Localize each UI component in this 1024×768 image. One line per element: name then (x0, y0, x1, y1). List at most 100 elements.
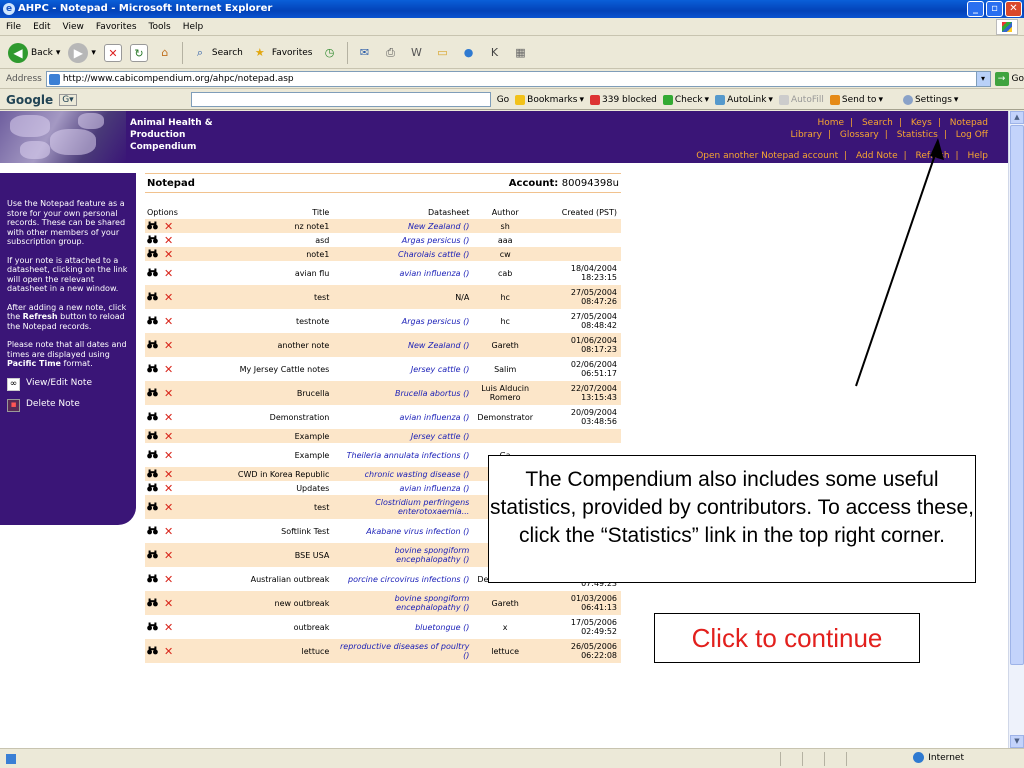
home-button[interactable]: ⌂ (156, 44, 174, 62)
print-button[interactable]: ⎙ (382, 44, 400, 62)
binoculars-icon[interactable] (147, 364, 158, 374)
binoculars-icon[interactable] (147, 502, 158, 512)
delete-x-icon[interactable]: ✕ (164, 412, 174, 423)
research-button[interactable]: ▦ (512, 44, 530, 62)
delete-x-icon[interactable]: ✕ (164, 316, 174, 327)
favorites-button[interactable]: ★ Favorites (251, 44, 313, 62)
delete-x-icon[interactable]: ✕ (164, 235, 174, 246)
datasheet-link[interactable]: reproductive diseases of poultry () (333, 639, 474, 663)
help-link[interactable]: Help (967, 151, 988, 161)
minimize-button[interactable]: _ (967, 1, 984, 17)
spellcheck-button[interactable]: Check ▾ (662, 94, 709, 105)
go-button[interactable]: → Go (994, 72, 1024, 86)
menu-help[interactable]: Help (183, 22, 204, 32)
delete-x-icon[interactable]: ✕ (164, 502, 174, 513)
popup-blocker[interactable]: 339 blocked (590, 94, 657, 105)
google-go-button[interactable]: Go (497, 95, 509, 105)
delete-x-icon[interactable]: ✕ (164, 249, 174, 260)
menu-view[interactable]: View (63, 22, 84, 32)
nav-logoff-link[interactable]: Log Off (956, 130, 988, 140)
scroll-down-arrow-icon[interactable]: ▼ (1010, 735, 1024, 748)
binoculars-icon[interactable] (147, 221, 158, 231)
messenger-button[interactable]: ● (460, 44, 478, 62)
nav-statistics-link[interactable]: Statistics (897, 130, 938, 140)
edit-button[interactable]: W (408, 44, 426, 62)
datasheet-link[interactable]: Argas persicus () (333, 233, 473, 247)
bookmarks-button[interactable]: Bookmarks ▾ (515, 94, 584, 105)
stop-button[interactable]: ✕ (103, 43, 122, 62)
datasheet-link[interactable]: Theileria annulata infections () (333, 443, 473, 467)
delete-x-icon[interactable]: ✕ (164, 221, 174, 232)
binoculars-icon[interactable] (147, 646, 158, 656)
vertical-scrollbar[interactable]: ▲ ▼ (1008, 111, 1024, 748)
delete-x-icon[interactable]: ✕ (164, 526, 174, 537)
address-input[interactable]: http://www.cabicompendium.org/ahpc/notep… (45, 71, 991, 87)
delete-x-icon[interactable]: ✕ (164, 431, 174, 442)
binoculars-icon[interactable] (147, 526, 158, 536)
binoculars-icon[interactable] (147, 388, 158, 398)
nav-home-link[interactable]: Home (817, 118, 844, 128)
delete-x-icon[interactable]: ✕ (164, 450, 174, 461)
close-button[interactable]: ✕ (1005, 1, 1022, 17)
open-account-link[interactable]: Open another Notepad account (696, 151, 838, 161)
binoculars-icon[interactable] (147, 292, 158, 302)
binoculars-icon[interactable] (147, 249, 158, 259)
menu-file[interactable]: File (6, 22, 21, 32)
binoculars-icon[interactable] (147, 450, 158, 460)
site-title[interactable]: Animal Health & Production Compendium (130, 117, 240, 153)
refresh-button[interactable]: ↻ (129, 43, 148, 62)
binoculars-icon[interactable] (147, 316, 158, 326)
nav-search-link[interactable]: Search (862, 118, 893, 128)
scroll-up-arrow-icon[interactable]: ▲ (1010, 111, 1024, 124)
delete-x-icon[interactable]: ✕ (164, 574, 174, 585)
delete-x-icon[interactable]: ✕ (164, 292, 174, 303)
nav-notepad-link[interactable]: Notepad (950, 118, 988, 128)
delete-x-icon[interactable]: ✕ (164, 340, 174, 351)
chevron-down-icon[interactable]: ▾ (975, 72, 990, 86)
autolink-button[interactable]: AutoLink ▾ (715, 94, 773, 105)
nav-library-link[interactable]: Library (790, 130, 821, 140)
delete-x-icon[interactable]: ✕ (164, 550, 174, 561)
binoculars-icon[interactable] (147, 550, 158, 560)
google-search-input[interactable] (190, 92, 491, 107)
mail-button[interactable]: ✉ (356, 44, 374, 62)
datasheet-link[interactable]: Jersey cattle () (333, 429, 474, 443)
nav-glossary-link[interactable]: Glossary (840, 130, 879, 140)
tool-button[interactable]: K (486, 44, 504, 62)
binoculars-icon[interactable] (147, 235, 158, 245)
google-menu-icon[interactable]: G▾ (59, 93, 77, 106)
nav-keys-link[interactable]: Keys (911, 118, 932, 128)
datasheet-link[interactable]: New Zealand () (333, 219, 474, 233)
binoculars-icon[interactable] (147, 469, 158, 479)
refresh-link[interactable]: Refresh (916, 151, 950, 161)
delete-x-icon[interactable]: ✕ (164, 598, 174, 609)
delete-x-icon[interactable]: ✕ (164, 268, 174, 279)
binoculars-icon[interactable] (147, 268, 158, 278)
binoculars-icon[interactable] (147, 622, 158, 632)
binoculars-icon[interactable] (147, 483, 158, 493)
history-button[interactable]: ◷ (321, 44, 339, 62)
datasheet-link[interactable]: Clostridium perfringens enterotoxaemia..… (333, 495, 474, 519)
datasheet-link[interactable]: avian influenza () (333, 261, 473, 285)
binoculars-icon[interactable] (147, 340, 158, 350)
datasheet-link[interactable]: avian influenza () (333, 405, 473, 429)
maximize-button[interactable]: ▫ (986, 1, 1003, 17)
delete-x-icon[interactable]: ✕ (164, 646, 174, 657)
autofill-button[interactable]: AutoFill (778, 94, 824, 105)
datasheet-link[interactable]: Brucella abortus () (333, 381, 474, 405)
continue-button[interactable]: Click to continue (654, 613, 920, 663)
google-logo[interactable]: Google (6, 93, 53, 107)
datasheet-link[interactable]: chronic wasting disease () (333, 467, 474, 481)
menu-tools[interactable]: Tools (149, 22, 171, 32)
delete-x-icon[interactable]: ✕ (164, 364, 174, 375)
delete-x-icon[interactable]: ✕ (164, 469, 174, 480)
datasheet-link[interactable]: porcine circovirus infections () (333, 567, 473, 591)
delete-x-icon[interactable]: ✕ (164, 388, 174, 399)
menu-favorites[interactable]: Favorites (96, 22, 137, 32)
datasheet-link[interactable]: Jersey cattle () (333, 357, 473, 381)
binoculars-icon[interactable] (147, 412, 158, 422)
scroll-thumb[interactable] (1010, 125, 1024, 665)
datasheet-link[interactable]: Argas persicus () (333, 309, 473, 333)
binoculars-icon[interactable] (147, 431, 158, 441)
folder-button[interactable]: ▭ (434, 44, 452, 62)
